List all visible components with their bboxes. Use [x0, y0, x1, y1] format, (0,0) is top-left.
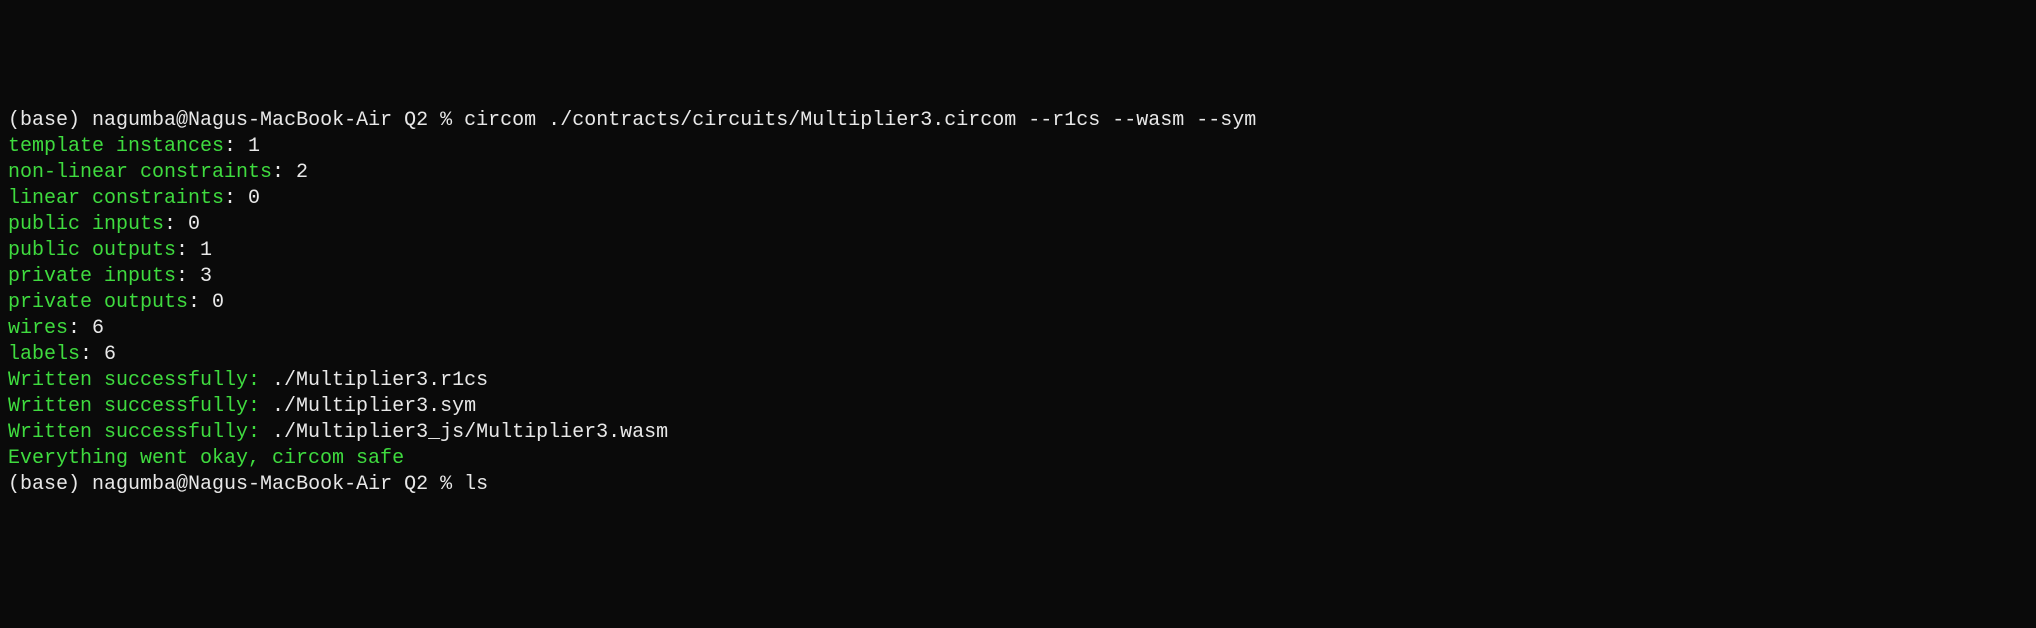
- prompt-env: (base): [8, 473, 80, 496]
- stat-value: : 0: [164, 213, 200, 236]
- stat-linear: linear constraints: 0: [8, 186, 2028, 212]
- success-message: Everything went okay, circom safe: [8, 447, 404, 470]
- terminal-output[interactable]: (base) nagumba@Nagus-MacBook-Air Q2 % ci…: [8, 108, 2028, 498]
- stat-value: : 1: [224, 135, 260, 158]
- stat-value: : 6: [68, 317, 104, 340]
- stat-value: : 3: [176, 265, 212, 288]
- stat-label: public outputs: [8, 239, 176, 262]
- prompt-sep: %: [440, 473, 452, 496]
- stat-label: template instances: [8, 135, 224, 158]
- prompt-line-1: (base) nagumba@Nagus-MacBook-Air Q2 % ci…: [8, 108, 2028, 134]
- success-line: Everything went okay, circom safe: [8, 446, 2028, 472]
- stat-value: : 1: [176, 239, 212, 262]
- command-text: circom ./contracts/circuits/Multiplier3.…: [464, 109, 1256, 132]
- written-label: Written successfully:: [8, 395, 272, 418]
- stat-public-outputs: public outputs: 1: [8, 238, 2028, 264]
- prompt-dir: Q2: [404, 473, 428, 496]
- stat-public-inputs: public inputs: 0: [8, 212, 2028, 238]
- stat-label: labels: [8, 343, 80, 366]
- stat-label: linear constraints: [8, 187, 224, 210]
- stat-template-instances: template instances: 1: [8, 134, 2028, 160]
- stat-label: public inputs: [8, 213, 164, 236]
- written-label: Written successfully:: [8, 421, 272, 444]
- written-file: ./Multiplier3_js/Multiplier3.wasm: [272, 421, 668, 444]
- prompt-userhost: nagumba@Nagus-MacBook-Air: [92, 473, 392, 496]
- written-label: Written successfully:: [8, 369, 272, 392]
- stat-label: non-linear constraints: [8, 161, 272, 184]
- stat-wires: wires: 6: [8, 316, 2028, 342]
- stat-value: : 0: [224, 187, 260, 210]
- stat-label: wires: [8, 317, 68, 340]
- stat-value: : 0: [188, 291, 224, 314]
- stat-non-linear: non-linear constraints: 2: [8, 160, 2028, 186]
- written-file: ./Multiplier3.sym: [272, 395, 476, 418]
- written-line-1: Written successfully: ./Multiplier3.r1cs: [8, 368, 2028, 394]
- stat-value: : 6: [80, 343, 116, 366]
- stat-label: private inputs: [8, 265, 176, 288]
- written-file: ./Multiplier3.r1cs: [272, 369, 488, 392]
- prompt-userhost: nagumba@Nagus-MacBook-Air: [92, 109, 392, 132]
- stat-value: : 2: [272, 161, 308, 184]
- written-line-3: Written successfully: ./Multiplier3_js/M…: [8, 420, 2028, 446]
- command-text: ls: [464, 473, 488, 496]
- stat-labels: labels: 6: [8, 342, 2028, 368]
- stat-private-outputs: private outputs: 0: [8, 290, 2028, 316]
- stat-label: private outputs: [8, 291, 188, 314]
- stat-private-inputs: private inputs: 3: [8, 264, 2028, 290]
- prompt-sep: %: [440, 109, 452, 132]
- written-line-2: Written successfully: ./Multiplier3.sym: [8, 394, 2028, 420]
- prompt-env: (base): [8, 109, 80, 132]
- prompt-dir: Q2: [404, 109, 428, 132]
- prompt-line-2: (base) nagumba@Nagus-MacBook-Air Q2 % ls: [8, 472, 2028, 498]
